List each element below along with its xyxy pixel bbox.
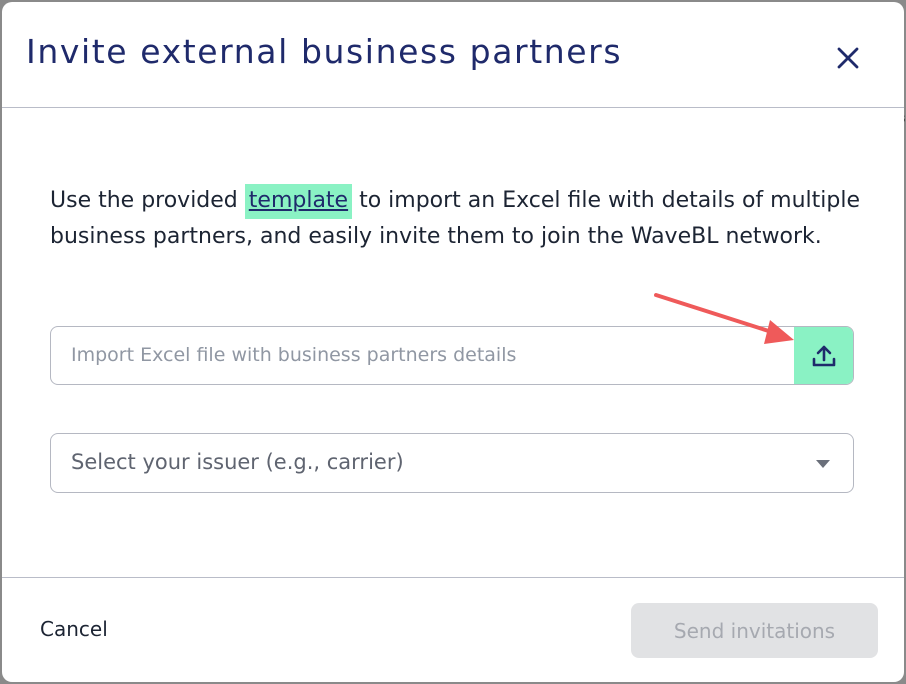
import-field-placeholder: Import Excel file with business partners… bbox=[71, 344, 517, 366]
send-invitations-button[interactable]: Send invitations bbox=[631, 603, 878, 658]
import-excel-field[interactable]: Import Excel file with business partners… bbox=[50, 326, 854, 385]
upload-button[interactable] bbox=[794, 327, 853, 384]
dialog-title: Invite external business partners bbox=[26, 32, 623, 71]
close-icon bbox=[837, 47, 859, 69]
dialog-footer: Cancel Send invitations bbox=[2, 577, 904, 682]
close-button[interactable] bbox=[828, 38, 868, 78]
dialog-body: Use the provided template to import an E… bbox=[2, 109, 904, 577]
dialog-header: Invite external business partners bbox=[2, 2, 904, 108]
cancel-button[interactable]: Cancel bbox=[40, 617, 108, 641]
chevron-down-icon bbox=[816, 460, 830, 468]
description-text-start: Use the provided bbox=[50, 188, 245, 213]
template-link[interactable]: template bbox=[244, 184, 353, 219]
issuer-select[interactable]: Select your issuer (e.g., carrier) bbox=[50, 433, 854, 493]
description-text: Use the provided template to import an E… bbox=[50, 183, 860, 255]
upload-icon bbox=[812, 345, 835, 366]
issuer-select-placeholder: Select your issuer (e.g., carrier) bbox=[71, 450, 404, 474]
invite-dialog: Invite external business partners Use th… bbox=[2, 2, 904, 682]
